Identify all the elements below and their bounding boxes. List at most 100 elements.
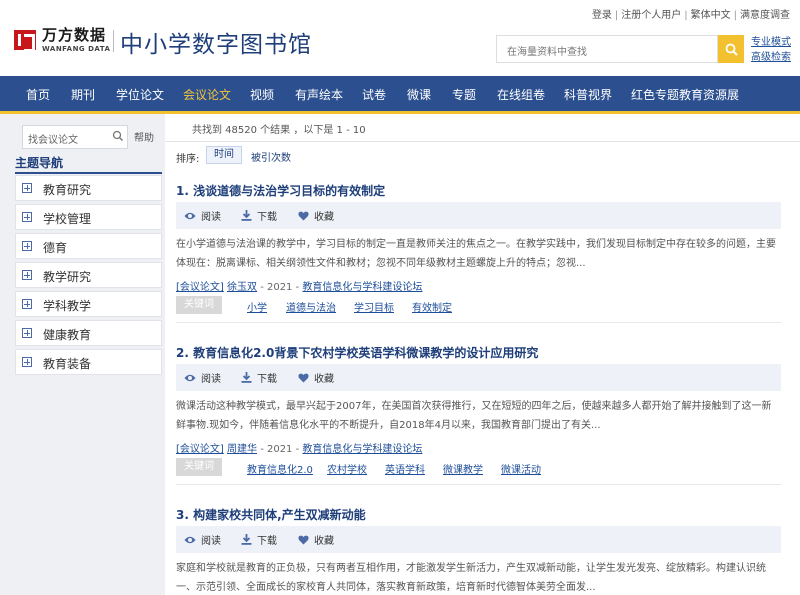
search-button[interactable] xyxy=(718,35,744,63)
doc-type-link[interactable]: [会议论文] xyxy=(176,282,224,293)
topic-label: 学校管理 xyxy=(43,212,92,226)
keyword-link[interactable]: 学习目标 xyxy=(354,299,394,314)
eye-icon xyxy=(184,536,196,543)
topic-nav-underline xyxy=(15,172,162,174)
nav-red-education[interactable]: 红色专题教育资源展 xyxy=(631,76,739,114)
favorite-button[interactable]: 收藏 xyxy=(298,532,334,547)
advanced-search-link[interactable]: 高级检索 xyxy=(751,50,791,65)
topic-label: 教育研究 xyxy=(43,183,92,197)
main-nav: 首页 期刊 学位论文 会议论文 视频 有声绘本 试卷 微课 专题 在线组卷 科普… xyxy=(0,76,800,114)
topic-item[interactable]: 教育研究 xyxy=(15,175,162,201)
author-link[interactable]: 周建华 xyxy=(227,444,257,455)
download-icon xyxy=(241,534,252,545)
result-title[interactable]: 3. 构建家校共同体,产生双减新动能 xyxy=(176,506,366,523)
result-title[interactable]: 2. 教育信息化2.0背景下农村学校英语学科微课教学的设计应用研究 xyxy=(176,344,538,361)
nav-home[interactable]: 首页 xyxy=(26,76,50,114)
source-link[interactable]: 教育信息化与学科建设论坛 xyxy=(302,282,422,293)
logo-divider xyxy=(113,30,114,52)
keyword-link[interactable]: 微课活动 xyxy=(501,461,541,476)
eye-icon xyxy=(184,212,196,219)
nav-theses[interactable]: 学位论文 xyxy=(116,76,164,114)
wanfang-logo-icon xyxy=(14,30,36,52)
nav-conference-papers[interactable]: 会议论文 xyxy=(183,76,231,114)
pro-mode-link[interactable]: 专业模式 xyxy=(751,35,791,50)
expand-icon[interactable] xyxy=(22,212,32,222)
result-title[interactable]: 1. 浅谈道德与法治学习目标的有效制定 xyxy=(176,182,385,199)
nav-science-vision[interactable]: 科普视界 xyxy=(564,76,612,114)
divider xyxy=(176,484,781,485)
result-meta: [会议论文] 徐玉双 - 2021 - 教育信息化与学科建设论坛 xyxy=(176,278,422,293)
keyword-link[interactable]: 英语学科 xyxy=(385,461,425,476)
year: - 2021 - xyxy=(260,444,300,455)
expand-icon[interactable] xyxy=(22,299,32,309)
read-button[interactable]: 阅读 xyxy=(184,208,221,223)
divider xyxy=(176,322,781,323)
author-link[interactable]: 徐玉双 xyxy=(227,282,257,293)
action-bar: 阅读 下载 收藏 xyxy=(176,526,781,553)
topic-label: 健康教育 xyxy=(43,328,92,342)
keyword-link[interactable]: 微课教学 xyxy=(443,461,483,476)
logo-text: 万方数据 xyxy=(42,26,107,44)
keyword-tag: 关键词 xyxy=(176,458,222,476)
download-icon xyxy=(241,210,252,221)
result-abstract: 在小学道德与法治课的教学中，学习目标的制定一直是教师关注的焦点之一。在教学实践中… xyxy=(176,239,776,269)
doc-type-link[interactable]: [会议论文] xyxy=(176,444,224,455)
read-button[interactable]: 阅读 xyxy=(184,532,221,547)
topic-label: 学科教学 xyxy=(43,299,92,313)
nav-audio-picturebooks[interactable]: 有声绘本 xyxy=(295,76,343,114)
site-title: 中小学数字图书馆 xyxy=(120,32,312,58)
expand-icon[interactable] xyxy=(22,270,32,280)
topic-item[interactable]: 教学研究 xyxy=(15,262,162,288)
keyword-link[interactable]: 教育信息化2.0 xyxy=(247,461,313,476)
keyword-link[interactable]: 农村学校 xyxy=(327,461,367,476)
sidebar: 找会议论文 帮助 主题导航 教育研究 学校管理 德育 教学研究 学科教学 健康教… xyxy=(0,114,165,595)
topic-label: 教学研究 xyxy=(43,270,92,284)
result-abstract: 微课活动这种教学模式，最早兴起于2007年，在美国首次获得推行，又在短短的四年之… xyxy=(176,401,772,431)
logo-subtext: WANFANG DATA xyxy=(42,45,111,53)
favorite-button[interactable]: 收藏 xyxy=(298,208,334,223)
nav-journals[interactable]: 期刊 xyxy=(71,76,95,114)
nav-micro-lessons[interactable]: 微课 xyxy=(407,76,431,114)
header: 万方数据 WANFANG DATA 中小学数字图书馆 在海量资料中查找 专业模式… xyxy=(0,0,800,76)
sort-by-time-button[interactable]: 时间 xyxy=(206,146,242,164)
action-bar: 阅读 下载 收藏 xyxy=(176,202,781,229)
nav-topics[interactable]: 专题 xyxy=(452,76,476,114)
download-button[interactable]: 下载 xyxy=(241,532,277,547)
topic-item[interactable]: 教育装备 xyxy=(15,349,162,375)
source-link[interactable]: 教育信息化与学科建设论坛 xyxy=(302,444,422,455)
topic-item[interactable]: 学校管理 xyxy=(15,204,162,230)
heart-icon xyxy=(298,211,309,220)
topic-nav-title: 主题导航 xyxy=(15,156,64,170)
sort-by-citations-button[interactable]: 被引次数 xyxy=(251,149,291,164)
topic-label: 德育 xyxy=(43,241,68,255)
nav-online-test-builder[interactable]: 在线组卷 xyxy=(497,76,545,114)
result-meta: [会议论文] 周建华 - 2021 - 教育信息化与学科建设论坛 xyxy=(176,440,422,455)
expand-icon[interactable] xyxy=(22,183,32,193)
download-button[interactable]: 下载 xyxy=(241,208,277,223)
search-icon xyxy=(725,43,738,56)
sort-label: 排序: xyxy=(176,154,200,165)
advanced-links: 专业模式 高级检索 xyxy=(751,35,791,65)
download-icon xyxy=(241,372,252,383)
search-icon[interactable] xyxy=(112,130,124,142)
year: - 2021 - xyxy=(260,282,300,293)
download-button[interactable]: 下载 xyxy=(241,370,277,385)
result-summary: 共找到 48520 个结果 ，以下是 1 - 10 xyxy=(192,125,366,136)
keyword-link[interactable]: 道德与法治 xyxy=(286,299,336,314)
help-link[interactable]: 帮助 xyxy=(134,129,154,144)
keyword-link[interactable]: 小学 xyxy=(247,299,267,314)
read-button[interactable]: 阅读 xyxy=(184,370,221,385)
keyword-link[interactable]: 有效制定 xyxy=(412,299,452,314)
divider xyxy=(165,141,800,142)
favorite-button[interactable]: 收藏 xyxy=(298,370,334,385)
topic-item[interactable]: 学科教学 xyxy=(15,291,162,317)
expand-icon[interactable] xyxy=(22,357,32,367)
nav-exams[interactable]: 试卷 xyxy=(362,76,386,114)
expand-icon[interactable] xyxy=(22,328,32,338)
topic-item[interactable]: 德育 xyxy=(15,233,162,259)
expand-icon[interactable] xyxy=(22,241,32,251)
topic-item[interactable]: 健康教育 xyxy=(15,320,162,346)
result-abstract: 家庭和学校就是教育的正负极，只有两者互相作用，才能激发学生新活力，产生双减新动能… xyxy=(176,563,766,593)
search-input[interactable]: 在海量资料中查找 xyxy=(496,35,718,63)
nav-video[interactable]: 视频 xyxy=(250,76,274,114)
